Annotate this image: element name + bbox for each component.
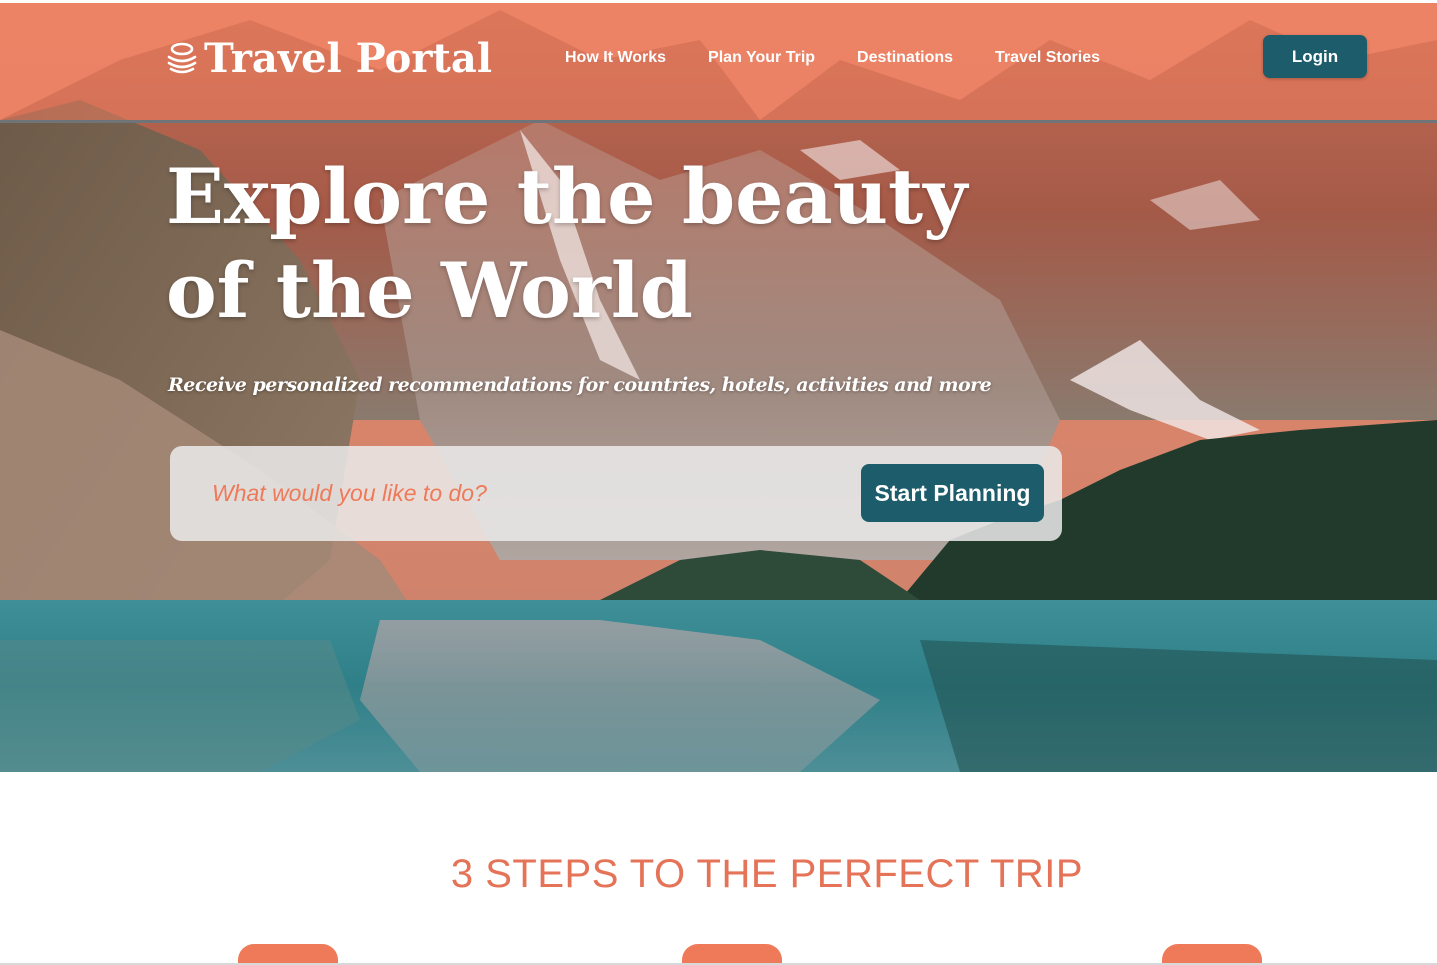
login-button[interactable]: Login bbox=[1263, 35, 1367, 78]
nav-link-how-it-works[interactable]: How It Works bbox=[565, 49, 666, 67]
search-panel: Start Planning bbox=[170, 446, 1062, 541]
nav-link-destinations[interactable]: Destinations bbox=[857, 49, 953, 67]
step-card-3 bbox=[1162, 944, 1262, 965]
step-card-2 bbox=[682, 944, 782, 965]
hero-subtitle: Receive personalized recommendations for… bbox=[168, 374, 992, 396]
nav-link-plan-your-trip[interactable]: Plan Your Trip bbox=[708, 49, 815, 67]
hero-section: Travel Portal How It Works Plan Your Tri… bbox=[0, 0, 1437, 772]
search-input[interactable] bbox=[210, 470, 834, 516]
step-card-1 bbox=[238, 944, 338, 965]
nav-link-travel-stories[interactable]: Travel Stories bbox=[995, 49, 1100, 67]
start-planning-button[interactable]: Start Planning bbox=[861, 464, 1044, 522]
nav-links: How It Works Plan Your Trip Destinations… bbox=[565, 49, 1142, 67]
steps-heading: 3 STEPS TO THE PERFECT TRIP bbox=[450, 852, 1084, 896]
brand-name: Travel Portal bbox=[204, 34, 493, 82]
globe-stack-icon bbox=[167, 42, 197, 74]
navbar: Travel Portal How It Works Plan Your Tri… bbox=[0, 3, 1437, 123]
hero-title: Explore the beauty of the World bbox=[166, 152, 968, 335]
logo[interactable]: Travel Portal bbox=[166, 33, 492, 83]
